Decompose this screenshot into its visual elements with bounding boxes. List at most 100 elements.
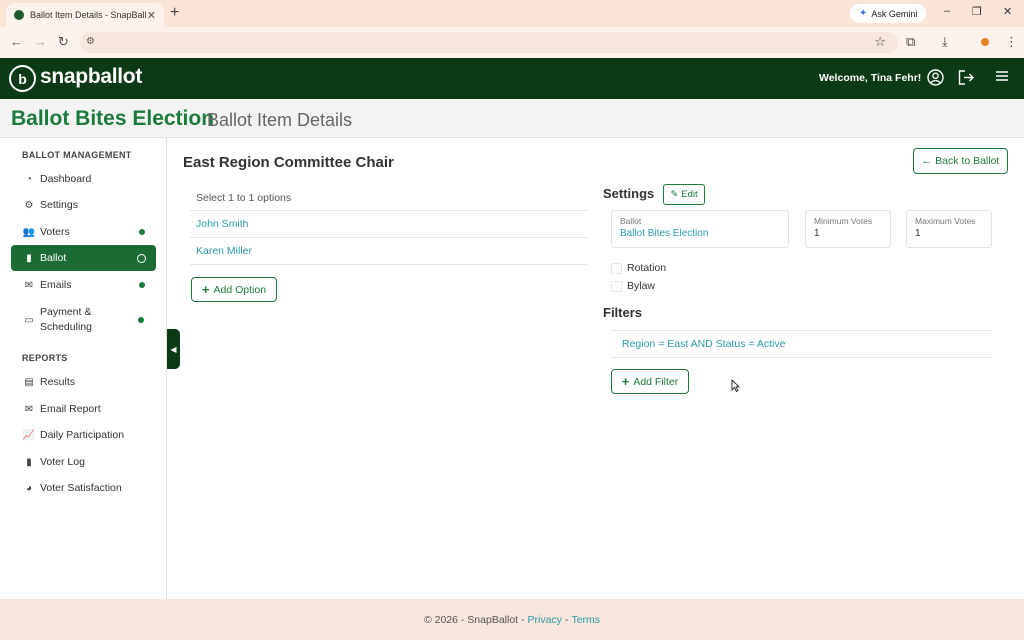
status-dot: [139, 282, 145, 288]
users-icon: 👥: [22, 226, 36, 238]
minimum-votes-value: 1: [814, 228, 820, 239]
reload-icon[interactable]: ↻: [58, 34, 69, 50]
sidebar-item-settings[interactable]: ⚙ Settings: [11, 192, 156, 218]
forward-arrow-icon[interactable]: →: [34, 34, 47, 49]
back-to-ballot-label: Back to Ballot: [935, 155, 1000, 167]
inbox-icon: ▤: [24, 376, 34, 388]
sidebar-section-ballot-management: BALLOT MANAGEMENT: [22, 150, 132, 160]
sidebar-item-payment-scheduling[interactable]: ▭ Payment & Scheduling: [11, 302, 156, 338]
minimize-button[interactable]: –: [944, 5, 950, 17]
window-close-button[interactable]: ✕: [1003, 5, 1012, 18]
welcome-message: Welcome, Tina Fehr!: [819, 72, 922, 84]
sidebar-item-voter-satisfaction[interactable]: ◕ Voter Satisfaction: [11, 475, 156, 501]
edit-label: Edit: [681, 189, 698, 200]
pie-chart-icon: ◕: [25, 482, 33, 494]
terms-link[interactable]: Terms: [571, 614, 600, 626]
back-to-ballot-button[interactable]: ← Back to Ballot: [913, 148, 1008, 174]
sidebar-item-label: Payment & Scheduling: [40, 306, 92, 333]
browser-menu-icon[interactable]: ⋮: [1005, 34, 1018, 50]
browser-tab[interactable]: Ballot Item Details - SnapBallot ✕: [6, 3, 164, 27]
back-arrow-icon[interactable]: ←: [10, 34, 23, 49]
option-link[interactable]: John Smith: [196, 218, 249, 230]
chevron-left-icon: ◀: [170, 344, 177, 354]
page-footer: © 2026 - SnapBallot - Privacy - Terms: [0, 599, 1024, 640]
clipboard-icon: ▮: [26, 252, 32, 264]
sidebar-item-dashboard[interactable]: ◔ Dashboard: [11, 166, 156, 192]
add-filter-label: Add Filter: [633, 375, 679, 388]
ballot-setting-card: Ballot Ballot Bites Election: [611, 210, 789, 248]
tab-title: Ballot Item Details - SnapBallot: [30, 10, 147, 20]
ballot-label: Ballot: [620, 216, 642, 226]
ask-gemini-label: Ask Gemini: [871, 8, 918, 19]
logout-icon[interactable]: [957, 69, 975, 90]
sidebar-item-email-report[interactable]: ✉ Email Report: [11, 396, 156, 422]
minimum-votes-label: Minimum Votes: [814, 216, 873, 226]
plus-icon: +: [621, 374, 630, 389]
browser-toolbar: ← → ↻ ⚙ ☆ ⧉ ⤓ ⋮: [0, 27, 1024, 58]
sidebar-section-reports: REPORTS: [22, 353, 68, 363]
option-row[interactable]: Karen Miller: [190, 238, 588, 265]
sidebar-item-label: Voter Log: [40, 456, 85, 468]
arrow-left-icon: ←: [921, 155, 933, 167]
add-option-button[interactable]: + Add Option: [191, 277, 277, 302]
sidebar-item-emails[interactable]: ✉ Emails: [11, 272, 156, 298]
ballot-value-link[interactable]: Ballot Bites Election: [620, 228, 780, 239]
browser-tab-bar: Ballot Item Details - SnapBallot ✕ + ✦ A…: [0, 0, 1024, 27]
maximum-votes-value: 1: [915, 228, 921, 239]
sidebar-item-label: Results: [40, 376, 76, 388]
plus-icon: +: [201, 282, 210, 297]
credit-card-icon: ▭: [24, 314, 34, 326]
gear-icon: ⚙: [24, 199, 34, 211]
snapballot-logo-icon[interactable]: b: [9, 65, 36, 92]
restore-button[interactable]: ❐: [972, 5, 982, 18]
bookmark-star-icon[interactable]: ☆: [874, 34, 886, 50]
snapballot-logo-text[interactable]: snapballot: [40, 65, 142, 89]
dashboard-icon: ◔: [25, 173, 33, 185]
edit-settings-button[interactable]: ✎ Edit: [663, 184, 705, 205]
download-icon[interactable]: ⤓: [942, 34, 948, 50]
sidebar-item-voter-log[interactable]: ▮ Voter Log: [11, 449, 156, 475]
page-subtitle: Ballot Item Details: [207, 110, 353, 130]
filter-rule-row[interactable]: Region = East AND Status = Active: [611, 330, 991, 358]
sidebar-item-label: Settings: [40, 199, 78, 211]
election-title: Ballot Bites Election: [11, 107, 215, 130]
sidebar-collapse-toggle[interactable]: ◀: [167, 329, 180, 369]
option-row[interactable]: John Smith: [190, 211, 588, 238]
profile-avatar-icon[interactable]: [981, 38, 989, 46]
sidebar-item-ballot[interactable]: ▮ Ballot: [11, 245, 156, 271]
filter-rule-link[interactable]: Region = East AND Status = Active: [622, 338, 785, 350]
sidebar-item-voters[interactable]: 👥 Voters: [11, 219, 156, 245]
chart-line-icon: 📈: [22, 429, 36, 441]
ballot-item-title: East Region Committee Chair: [183, 154, 394, 171]
site-favicon-icon: [14, 10, 24, 20]
address-bar[interactable]: ⚙ ☆: [80, 32, 898, 53]
envelope-open-icon: ✉: [24, 403, 34, 415]
settings-heading: Settings: [603, 186, 655, 201]
sidebar-item-label: Email Report: [40, 403, 101, 415]
sidebar-item-label: Ballot: [40, 252, 67, 264]
bylaw-label: Bylaw: [627, 280, 656, 292]
option-link[interactable]: Karen Miller: [196, 245, 252, 257]
maximum-votes-card: Maximum Votes 1: [906, 210, 992, 248]
minimum-votes-card: Minimum Votes 1: [805, 210, 891, 248]
clipboard-list-icon: ▮: [26, 456, 32, 468]
privacy-link[interactable]: Privacy: [528, 614, 562, 626]
sidebar-item-daily-participation[interactable]: 📈 Daily Participation: [11, 422, 156, 448]
filters-heading: Filters: [603, 305, 643, 320]
add-filter-button[interactable]: + Add Filter: [611, 369, 689, 394]
add-option-label: Add Option: [213, 283, 267, 296]
logo-ballot: ballot: [87, 65, 143, 88]
ask-gemini-button[interactable]: ✦ Ask Gemini: [850, 4, 927, 23]
sidebar-item-label: Voters: [40, 226, 70, 238]
select-options-hint: Select 1 to 1 options: [190, 185, 588, 211]
new-tab-button[interactable]: +: [170, 4, 179, 22]
hamburger-menu-icon[interactable]: [995, 69, 1009, 87]
sidebar-item-results[interactable]: ▤ Results: [11, 369, 156, 395]
edit-pencil-icon: ✎: [670, 189, 679, 200]
sidebar-item-label: Emails: [40, 279, 72, 291]
footer-separator: -: [564, 613, 569, 626]
tab-close-icon[interactable]: ✕: [147, 9, 156, 22]
user-account-icon[interactable]: [927, 69, 944, 90]
site-info-icon[interactable]: ⚙: [86, 36, 95, 47]
extensions-icon[interactable]: ⧉: [906, 34, 915, 50]
